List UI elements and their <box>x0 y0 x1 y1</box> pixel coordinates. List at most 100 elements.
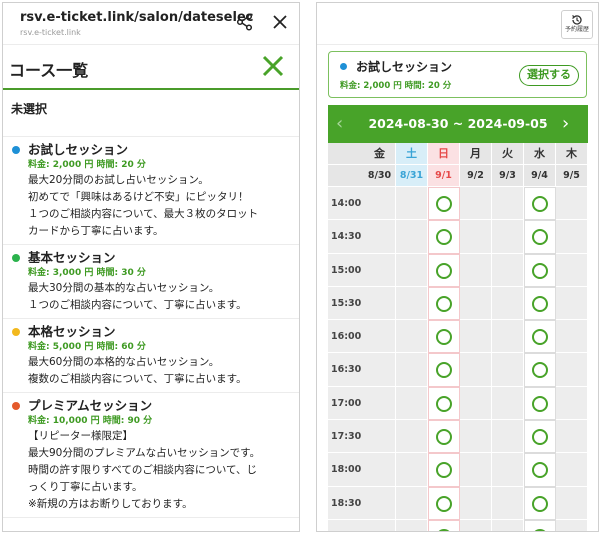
available-slot[interactable] <box>428 353 460 387</box>
available-slot[interactable] <box>428 486 460 520</box>
unavailable-slot <box>364 353 396 387</box>
available-slot[interactable] <box>428 286 460 321</box>
unavailable-slot <box>460 386 492 421</box>
available-slot[interactable] <box>524 187 556 221</box>
close-icon[interactable] <box>271 13 289 31</box>
available-slot[interactable] <box>524 286 556 321</box>
close-list-icon[interactable] <box>261 54 285 78</box>
available-slot[interactable] <box>524 353 556 387</box>
course-description-line: 最大90分間のプレミアムな占いセッションです。 <box>28 447 261 459</box>
available-slot[interactable] <box>524 220 556 254</box>
unavailable-slot <box>396 386 428 421</box>
course-price: 料金: 10,000 円 時間: 90 分 <box>28 416 153 426</box>
available-slot[interactable] <box>428 187 460 221</box>
weekday-label: 土 <box>396 143 428 165</box>
available-circle-icon <box>532 295 548 312</box>
time-label: 14:00 <box>328 187 364 221</box>
unavailable-slot <box>460 187 492 221</box>
select-course-button[interactable]: 選択する <box>519 65 579 86</box>
unavailable-slot <box>556 519 588 531</box>
course-list: お試しセッション 料金: 2,000 円 時間: 20 分最大20分間のお試し占い… <box>3 137 299 518</box>
available-circle-icon <box>436 495 452 512</box>
unavailable-slot <box>364 286 396 321</box>
unavailable-slot <box>492 187 524 221</box>
course-description-line: 最大20分間のお試し占いセッション。 <box>28 174 209 186</box>
available-slot[interactable] <box>524 386 556 421</box>
unavailable-slot <box>396 453 428 487</box>
unavailable-slot <box>556 286 588 321</box>
time-label: 18:30 <box>328 486 364 520</box>
course-item[interactable]: プレミアムセッション 料金: 10,000 円 時間: 90 分【リピーター様限定… <box>3 393 299 518</box>
course-name: プレミアムセッション <box>28 398 153 413</box>
course-description-line: ※新規の方はお断りしております。 <box>28 498 193 510</box>
available-circle-icon <box>436 362 452 379</box>
unavailable-slot <box>460 253 492 287</box>
unavailable-slot <box>364 386 396 421</box>
course-description-line: っくり丁寧に占います。 <box>28 481 143 493</box>
unavailable-slot <box>556 420 588 454</box>
available-circle-icon <box>436 262 452 279</box>
weekday-label: 火 <box>492 143 524 165</box>
share-icon[interactable] <box>236 13 254 31</box>
course-color-dot <box>12 146 20 154</box>
unavailable-slot <box>556 320 588 354</box>
available-slot[interactable] <box>524 253 556 287</box>
weekday-label: 月 <box>460 143 492 165</box>
available-circle-icon <box>436 229 452 246</box>
unavailable-slot <box>556 486 588 520</box>
date-label: 9/5 <box>556 165 588 187</box>
time-slot-row: 16:30 <box>328 353 588 387</box>
unavailable-slot <box>492 253 524 287</box>
date-label: 9/4 <box>524 165 556 187</box>
unavailable-slot <box>492 453 524 487</box>
available-slot[interactable] <box>524 453 556 487</box>
course-item[interactable]: 本格セッション 料金: 5,000 円 時間: 60 分最大60分間の本格的な占い… <box>3 319 299 393</box>
available-slot[interactable] <box>428 220 460 254</box>
unavailable-slot <box>492 420 524 454</box>
available-slot[interactable] <box>524 486 556 520</box>
course-item[interactable]: 基本セッション 料金: 3,000 円 時間: 30 分最大30分間の基本的な占い… <box>3 245 299 319</box>
available-slot[interactable] <box>428 519 460 531</box>
available-slot[interactable] <box>428 386 460 421</box>
next-week-icon[interactable]: › <box>562 113 569 134</box>
unavailable-slot <box>396 519 428 531</box>
unavailable-slot <box>460 519 492 531</box>
time-slot-grid: 14:00 14:30 15:00 15:30 16:00 16:30 17:00 17:30… <box>328 187 588 531</box>
available-slot[interactable] <box>428 253 460 287</box>
available-circle-icon <box>436 462 452 479</box>
unavailable-slot <box>460 320 492 354</box>
time-label: 18:00 <box>328 453 364 487</box>
course-color-dot <box>340 63 347 70</box>
unavailable-slot <box>556 386 588 421</box>
unavailable-slot <box>396 353 428 387</box>
time-slot-row: 15:30 <box>328 286 588 321</box>
unselected-option[interactable]: 未選択 <box>3 90 299 137</box>
time-label <box>328 519 364 531</box>
reservation-history-button[interactable]: 予約履歴 <box>561 10 593 39</box>
course-color-dot <box>12 254 20 262</box>
history-icon <box>572 15 582 25</box>
course-item[interactable]: お試しセッション 料金: 2,000 円 時間: 20 分最大20分間のお試し占い… <box>3 137 299 245</box>
course-price: 料金: 3,000 円 時間: 30 分 <box>28 268 146 278</box>
time-slot-row: 18:00 <box>328 453 588 487</box>
available-slot[interactable] <box>524 320 556 354</box>
unavailable-slot <box>492 386 524 421</box>
available-slot[interactable] <box>428 453 460 487</box>
course-color-dot <box>12 402 20 410</box>
available-slot[interactable] <box>428 320 460 354</box>
time-slot-row: 17:00 <box>328 386 588 421</box>
course-description-line: 初めてで「興味はあるけど不安」にピッタリ！ <box>28 191 249 203</box>
time-slot-row: 14:00 <box>328 187 588 221</box>
unavailable-slot <box>460 286 492 321</box>
selected-course-name: お試しセッション <box>356 60 453 74</box>
available-slot[interactable] <box>428 420 460 454</box>
date-label: 8/31 <box>396 165 428 187</box>
unavailable-slot <box>364 486 396 520</box>
calendar: ‹ 2024-08-30 ~ 2024-09-05 › 金土日月火水木 8/30… <box>328 105 588 531</box>
available-slot[interactable] <box>524 420 556 454</box>
unavailable-slot <box>460 420 492 454</box>
available-slot[interactable] <box>524 519 556 531</box>
unavailable-slot <box>492 286 524 321</box>
unavailable-slot <box>460 220 492 254</box>
url-text[interactable]: rsv.e-ticket.link/salon/dateselec <box>20 10 253 25</box>
